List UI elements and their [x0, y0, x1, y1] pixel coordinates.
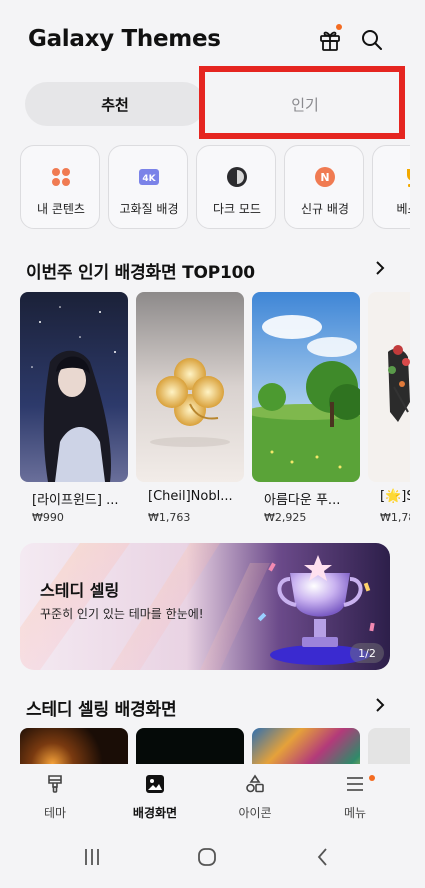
4k-badge-text: 4K: [142, 174, 156, 184]
notification-dot: [336, 24, 342, 30]
wallpaper-thumbnail[interactable]: [136, 728, 244, 764]
nav-icons[interactable]: 아이콘: [205, 764, 305, 826]
nav-label: 테마: [43, 806, 67, 820]
trophy-icon: [402, 166, 410, 188]
wallpaper-thumbnail: [252, 292, 360, 482]
new-icon: N: [314, 166, 336, 188]
recents-button[interactable]: [81, 846, 103, 868]
shapes-icon: [245, 774, 265, 794]
search-icon[interactable]: [358, 26, 386, 54]
wallpaper-card[interactable]: [라이프윈드] ... ₩990: [20, 292, 128, 532]
chip-dark-mode[interactable]: 다크 모드: [196, 145, 276, 229]
notification-dot: [369, 775, 375, 781]
app-header: Galaxy Themes: [0, 0, 425, 78]
wallpaper-thumbnail: [136, 292, 244, 482]
banner-page-indicator: 1/2: [350, 643, 384, 663]
galaxy-themes-screen: Galaxy Themes 추천 인기 내 콘텐츠 4K 고화질 배경 다크 모…: [0, 0, 425, 888]
tab-popular[interactable]: 인기: [205, 82, 405, 126]
chip-label: 신규 배경: [301, 202, 349, 216]
steady-selling-banner[interactable]: 스테디 셀링 꾸준히 인기 있는 테마를 한눈에! 1/2: [20, 543, 390, 670]
chip-new-wallpaper[interactable]: N 신규 배경: [284, 145, 364, 229]
chip-label: 고화질 배경: [119, 202, 179, 216]
tab-bar: 추천 인기: [25, 82, 405, 126]
nav-label: 배경화면: [132, 806, 178, 820]
dark-mode-icon: [226, 166, 248, 188]
chip-hd-wallpaper[interactable]: 4K 고화질 배경: [108, 145, 188, 229]
chip-my-content[interactable]: 내 콘텐츠: [20, 145, 100, 229]
wallpaper-card[interactable]: 아름다운 푸... ₩2,925: [252, 292, 360, 532]
wallpaper-price: ₩1,78: [380, 511, 410, 524]
banner-subtitle: 꾸준히 인기 있는 테마를 한눈에!: [40, 607, 204, 621]
chip-label: 다크 모드: [213, 202, 261, 216]
chip-label: 베스트: [396, 202, 410, 216]
banner-title: 스테디 셀링: [40, 581, 120, 600]
wallpaper-thumbnail[interactable]: [368, 728, 410, 764]
theme-brush-icon: [45, 774, 65, 794]
wallpaper-name: [🌟]S: [380, 489, 410, 504]
tab-recommended[interactable]: 추천: [25, 82, 205, 126]
chip-best[interactable]: 베스트: [372, 145, 410, 229]
nav-label: 아이콘: [238, 806, 272, 820]
chevron-right-icon[interactable]: [372, 259, 388, 277]
chip-label: 내 콘텐츠: [37, 202, 85, 216]
chevron-right-icon[interactable]: [372, 696, 388, 714]
my-content-icon: [50, 166, 72, 188]
wallpaper-name: [Cheil]Nobl...: [148, 489, 233, 504]
wallpaper-thumbnail: [368, 292, 410, 482]
wallpaper-card[interactable]: [🌟]S ₩1,78: [368, 292, 410, 532]
category-chips: 내 콘텐츠 4K 고화질 배경 다크 모드 N 신규 배경 베: [20, 145, 410, 229]
wallpaper-thumbnail[interactable]: [20, 728, 128, 764]
wallpaper-card[interactable]: [Cheil]Nobl... ₩1,763: [136, 292, 244, 532]
nav-themes[interactable]: 테마: [5, 764, 105, 826]
back-button[interactable]: [312, 846, 334, 868]
wallpaper-icon: [145, 774, 165, 794]
system-navigation-bar: [0, 826, 425, 888]
new-badge-text: N: [320, 171, 329, 184]
gift-icon[interactable]: [316, 26, 344, 54]
section-title-top100: 이번주 인기 배경화면 TOP100: [26, 263, 255, 283]
menu-icon: [345, 774, 365, 794]
wallpaper-price: ₩2,925: [264, 511, 307, 524]
wallpaper-price: ₩990: [32, 511, 64, 524]
app-title: Galaxy Themes: [28, 26, 221, 52]
wallpaper-thumbnail: [20, 292, 128, 482]
nav-label: 메뉴: [343, 806, 367, 820]
bottom-navigation: 테마 배경화면 아이콘 메뉴: [0, 764, 425, 826]
wallpaper-name: [라이프윈드] ...: [32, 493, 119, 508]
nav-wallpapers[interactable]: 배경화면: [105, 764, 205, 826]
wallpaper-carousel: [라이프윈드] ... ₩990 [Cheil]Nobl... ₩1,763 아…: [20, 292, 410, 532]
4k-icon: 4K: [138, 166, 160, 188]
wallpaper-price: ₩1,763: [148, 511, 191, 524]
steady-wallpaper-strip: [20, 728, 410, 764]
home-button[interactable]: [196, 846, 218, 868]
wallpaper-thumbnail[interactable]: [252, 728, 360, 764]
section-title-steady: 스테디 셀링 배경화면: [26, 700, 177, 720]
wallpaper-name: 아름다운 푸...: [264, 493, 341, 508]
nav-menu[interactable]: 메뉴: [305, 764, 405, 826]
